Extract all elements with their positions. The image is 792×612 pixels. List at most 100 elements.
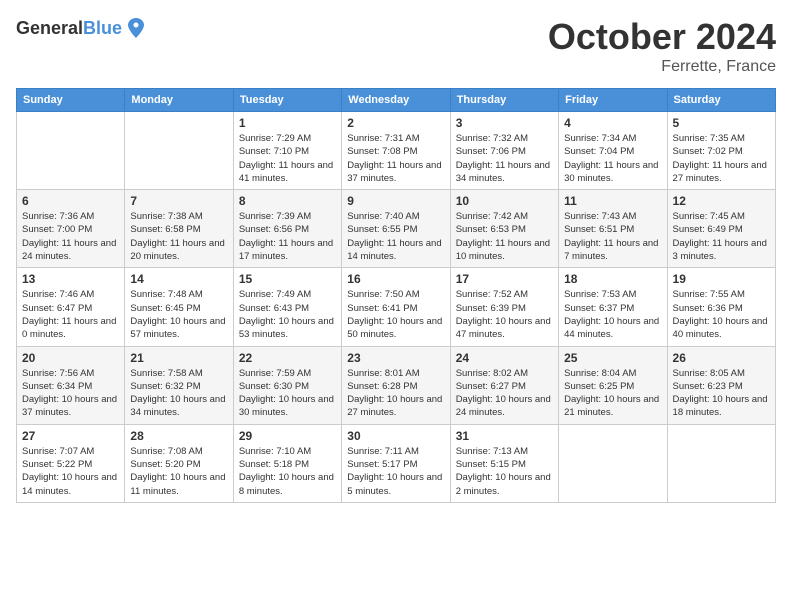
day-header-monday: Monday [125,89,233,112]
day-info: Sunrise: 8:02 AMSunset: 6:27 PMDaylight:… [456,367,553,420]
day-info: Sunrise: 7:50 AMSunset: 6:41 PMDaylight:… [347,288,444,341]
calendar-cell [125,112,233,190]
day-info: Sunrise: 7:59 AMSunset: 6:30 PMDaylight:… [239,367,336,420]
calendar-cell: 11 Sunrise: 7:43 AMSunset: 6:51 PMDayligh… [559,190,667,268]
month-title: October 2024 [548,16,776,58]
day-info: Sunrise: 7:45 AMSunset: 6:49 PMDaylight:… [673,210,770,263]
calendar-cell: 10Sunrise: 7:42 AMSunset: 6:53 PMDayligh… [450,190,558,268]
day-info: Sunrise: 7:11 AMSunset: 5:17 PMDaylight:… [347,445,444,498]
day-header-wednesday: Wednesday [342,89,450,112]
calendar-cell: 15 Sunrise: 7:49 AMSunset: 6:43 PMDayligh… [233,268,341,346]
day-number: 29 [239,429,336,443]
day-info: Sunrise: 8:01 AMSunset: 6:28 PMDaylight:… [347,367,444,420]
calendar-cell: 13Sunrise: 7:46 AMSunset: 6:47 PMDayligh… [17,268,125,346]
calendar-cell: 21 Sunrise: 7:58 AMSunset: 6:32 PMDayligh… [125,346,233,424]
day-info: Sunrise: 7:53 AMSunset: 6:37 PMDaylight:… [564,288,661,341]
day-info: Sunrise: 7:55 AMSunset: 6:36 PMDaylight:… [673,288,770,341]
calendar-cell: 14 Sunrise: 7:48 AMSunset: 6:45 PMDayligh… [125,268,233,346]
day-number: 22 [239,351,336,365]
day-info: Sunrise: 7:34 AMSunset: 7:04 PMDaylight:… [564,132,661,185]
calendar-cell: 9 Sunrise: 7:40 AMSunset: 6:55 PMDaylight… [342,190,450,268]
calendar-cell: 17Sunrise: 7:52 AMSunset: 6:39 PMDayligh… [450,268,558,346]
calendar-cell: 28 Sunrise: 7:08 AMSunset: 5:20 PMDayligh… [125,424,233,502]
day-number: 2 [347,116,444,130]
day-number: 7 [130,194,227,208]
day-info: Sunrise: 7:10 AMSunset: 5:18 PMDaylight:… [239,445,336,498]
day-number: 6 [22,194,119,208]
calendar-cell: 22 Sunrise: 7:59 AMSunset: 6:30 PMDayligh… [233,346,341,424]
calendar-cell: 8Sunrise: 7:39 AMSunset: 6:56 PMDaylight… [233,190,341,268]
week-row-4: 27 Sunrise: 7:07 AMSunset: 5:22 PMDayligh… [17,424,776,502]
calendar-cell: 29 Sunrise: 7:10 AMSunset: 5:18 PMDayligh… [233,424,341,502]
day-number: 20 [22,351,119,365]
calendar-cell [17,112,125,190]
calendar-cell: 4 Sunrise: 7:34 AMSunset: 7:04 PMDaylight… [559,112,667,190]
day-number: 18 [564,272,661,286]
day-number: 5 [673,116,770,130]
location-title: Ferrette, France [548,58,776,76]
day-info: Sunrise: 7:52 AMSunset: 6:39 PMDaylight:… [456,288,553,341]
day-header-tuesday: Tuesday [233,89,341,112]
day-number: 24 [456,351,553,365]
day-header-friday: Friday [559,89,667,112]
day-number: 11 [564,194,661,208]
calendar-header: SundayMondayTuesdayWednesdayThursdayFrid… [17,89,776,112]
calendar-cell: 16 Sunrise: 7:50 AMSunset: 6:41 PMDayligh… [342,268,450,346]
calendar-cell: 6 Sunrise: 7:36 AMSunset: 7:00 PMDaylight… [17,190,125,268]
day-number: 16 [347,272,444,286]
day-info: Sunrise: 7:56 AMSunset: 6:34 PMDaylight:… [22,367,119,420]
calendar-cell: 7Sunrise: 7:38 AMSunset: 6:58 PMDaylight… [125,190,233,268]
day-info: Sunrise: 7:36 AMSunset: 7:00 PMDaylight:… [22,210,119,263]
day-number: 8 [239,194,336,208]
week-row-0: 1 Sunrise: 7:29 AMSunset: 7:10 PMDaylight… [17,112,776,190]
calendar-cell: 2Sunrise: 7:31 AMSunset: 7:08 PMDaylight… [342,112,450,190]
title-section: October 2024 Ferrette, France [548,16,776,76]
calendar-cell: 20 Sunrise: 7:56 AMSunset: 6:34 PMDayligh… [17,346,125,424]
calendar-cell: 26Sunrise: 8:05 AMSunset: 6:23 PMDayligh… [667,346,775,424]
logo-icon [124,16,148,40]
day-number: 12 [673,194,770,208]
header: GeneralBlue October 2024 Ferrette, Franc… [16,16,776,76]
day-info: Sunrise: 7:32 AMSunset: 7:06 PMDaylight:… [456,132,553,185]
day-number: 14 [130,272,227,286]
calendar-cell: 12 Sunrise: 7:45 AMSunset: 6:49 PMDayligh… [667,190,775,268]
calendar-cell: 5 Sunrise: 7:35 AMSunset: 7:02 PMDaylight… [667,112,775,190]
calendar-cell: 3 Sunrise: 7:32 AMSunset: 7:06 PMDaylight… [450,112,558,190]
calendar-cell: 23 Sunrise: 8:01 AMSunset: 6:28 PMDayligh… [342,346,450,424]
day-info: Sunrise: 7:40 AMSunset: 6:55 PMDaylight:… [347,210,444,263]
week-row-1: 6 Sunrise: 7:36 AMSunset: 7:00 PMDaylight… [17,190,776,268]
day-info: Sunrise: 7:29 AMSunset: 7:10 PMDaylight:… [239,132,336,185]
day-number: 23 [347,351,444,365]
day-info: Sunrise: 7:43 AMSunset: 6:51 PMDaylight:… [564,210,661,263]
calendar-cell: 24 Sunrise: 8:02 AMSunset: 6:27 PMDayligh… [450,346,558,424]
calendar: SundayMondayTuesdayWednesdayThursdayFrid… [16,88,776,503]
day-header-sunday: Sunday [17,89,125,112]
week-row-2: 13Sunrise: 7:46 AMSunset: 6:47 PMDayligh… [17,268,776,346]
day-number: 27 [22,429,119,443]
week-row-3: 20 Sunrise: 7:56 AMSunset: 6:34 PMDayligh… [17,346,776,424]
day-info: Sunrise: 7:58 AMSunset: 6:32 PMDaylight:… [130,367,227,420]
calendar-cell: 1 Sunrise: 7:29 AMSunset: 7:10 PMDaylight… [233,112,341,190]
day-number: 31 [456,429,553,443]
day-number: 4 [564,116,661,130]
day-number: 9 [347,194,444,208]
day-number: 3 [456,116,553,130]
calendar-body: 1 Sunrise: 7:29 AMSunset: 7:10 PMDaylight… [17,112,776,503]
calendar-cell [667,424,775,502]
day-info: Sunrise: 8:04 AMSunset: 6:25 PMDaylight:… [564,367,661,420]
day-info: Sunrise: 7:08 AMSunset: 5:20 PMDaylight:… [130,445,227,498]
day-info: Sunrise: 7:07 AMSunset: 5:22 PMDaylight:… [22,445,119,498]
day-number: 28 [130,429,227,443]
day-number: 1 [239,116,336,130]
day-number: 15 [239,272,336,286]
day-number: 30 [347,429,444,443]
day-info: Sunrise: 7:46 AMSunset: 6:47 PMDaylight:… [22,288,119,341]
day-number: 21 [130,351,227,365]
day-info: Sunrise: 7:35 AMSunset: 7:02 PMDaylight:… [673,132,770,185]
logo: GeneralBlue [16,16,148,40]
day-number: 26 [673,351,770,365]
day-info: Sunrise: 7:48 AMSunset: 6:45 PMDaylight:… [130,288,227,341]
day-info: Sunrise: 7:49 AMSunset: 6:43 PMDaylight:… [239,288,336,341]
day-info: Sunrise: 7:13 AMSunset: 5:15 PMDaylight:… [456,445,553,498]
calendar-cell: 18 Sunrise: 7:53 AMSunset: 6:37 PMDayligh… [559,268,667,346]
